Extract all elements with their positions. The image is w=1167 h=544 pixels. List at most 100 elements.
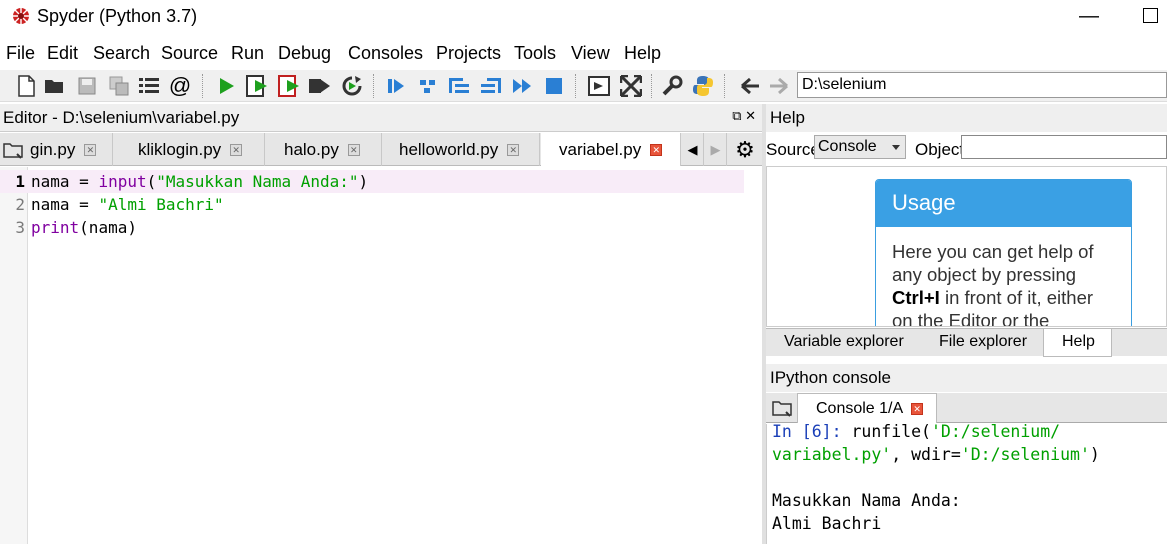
help-title: Help [770, 108, 805, 127]
close-tab-icon[interactable]: ✕ [230, 143, 243, 156]
toolbar: @ D:\selenium [0, 70, 1167, 102]
editor-tab[interactable]: helloworld.py ✕ [383, 133, 540, 166]
forward-arrow-icon[interactable] [766, 73, 792, 99]
run-icon[interactable] [213, 73, 239, 99]
code-editor[interactable]: 1 nama = input("Masukkan Nama Anda:") 2 … [0, 167, 762, 544]
browse-tabs-icon[interactable] [2, 141, 24, 159]
menu-view[interactable]: View [571, 43, 610, 64]
help-toolbar: Source Console Object [766, 134, 1167, 164]
menu-file[interactable]: File [6, 43, 35, 64]
maximize-pane-icon[interactable] [586, 73, 612, 99]
run-cell-icon[interactable] [245, 73, 271, 99]
scroll-tabs-left-icon[interactable]: ◀ [682, 133, 704, 166]
step-return-icon[interactable] [478, 73, 504, 99]
tab-help[interactable]: Help [1043, 329, 1112, 357]
new-file-icon[interactable] [13, 73, 39, 99]
open-folder-icon[interactable] [42, 73, 68, 99]
menu-source[interactable]: Source [161, 43, 218, 64]
code-text: nama = "Almi Bachri" [31, 195, 224, 214]
close-tab-icon[interactable]: ✕ [84, 143, 97, 156]
editor-pane-controls[interactable]: ⧉ ✕ [732, 108, 756, 124]
fullscreen-icon[interactable] [618, 73, 644, 99]
browse-tabs-icon[interactable] [771, 399, 793, 417]
pane-tab-bar: Variable explorer File explorer Help [766, 328, 1167, 357]
spyder-logo-icon [13, 8, 29, 24]
menu-search[interactable]: Search [93, 43, 150, 64]
usage-card: Usage Here you can get help of any objec… [875, 179, 1132, 327]
ipython-title: IPython console [770, 368, 891, 387]
help-content: Usage Here you can get help of any objec… [766, 166, 1167, 327]
working-directory-input[interactable]: D:\selenium [797, 72, 1167, 98]
tab-label: kliklogin.py [138, 139, 222, 159]
console-line: Almi Bachri [772, 514, 882, 533]
scroll-tabs-right-icon[interactable]: ▶ [705, 133, 727, 166]
minimize-button[interactable]: — [1077, 2, 1101, 30]
menu-consoles[interactable]: Consoles [348, 43, 423, 64]
maximize-button[interactable] [1143, 8, 1158, 23]
rerun-icon[interactable] [339, 73, 365, 99]
code-text: print(nama) [31, 218, 137, 237]
window-title: Spyder (Python 3.7) [37, 6, 198, 26]
outline-icon[interactable] [136, 73, 162, 99]
console-output[interactable]: In [6]: runfile('D:/selenium/ variabel.p… [766, 422, 1167, 544]
editor-tab[interactable]: kliklogin.py ✕ [114, 133, 265, 166]
code-line[interactable]: 3 print(nama) [0, 216, 744, 239]
tab-variable-explorer[interactable]: Variable explorer [784, 329, 904, 357]
back-arrow-icon[interactable] [737, 73, 763, 99]
source-select[interactable]: Console [814, 135, 906, 159]
tab-label: variabel.py [559, 139, 642, 159]
tab-label: gin.py [30, 139, 76, 159]
console-tab-label: Console 1/A [816, 400, 904, 417]
editor-tab[interactable]: halo.py ✕ [266, 133, 382, 166]
menu-debug[interactable]: Debug [278, 43, 331, 64]
title-bar: Spyder (Python 3.7) — [0, 0, 1167, 36]
close-tab-icon[interactable]: ✕ [911, 402, 924, 415]
tab-label: helloworld.py [399, 139, 499, 159]
tab-file-explorer[interactable]: File explorer [939, 329, 1027, 357]
menu-tools[interactable]: Tools [514, 43, 556, 64]
toolbar-separator [373, 74, 374, 98]
wrench-icon[interactable] [659, 73, 685, 99]
continue-icon[interactable] [509, 73, 535, 99]
debug-icon[interactable] [383, 73, 409, 99]
usage-text: Here you can get help of any object by p… [892, 241, 1094, 327]
menu-help[interactable]: Help [624, 43, 661, 64]
stop-icon[interactable] [541, 73, 567, 99]
editor-tab-active[interactable]: variabel.py ✕ [541, 133, 681, 166]
object-label: Object [915, 140, 965, 159]
tab-label: halo.py [284, 139, 339, 159]
menu-edit[interactable]: Edit [47, 43, 78, 64]
console-line: In [6]: runfile('D:/selenium/ [772, 422, 1061, 441]
source-label: Source [766, 140, 820, 159]
ipython-pane-header: IPython console [766, 364, 1167, 392]
close-tab-icon[interactable]: ✕ [347, 143, 360, 156]
line-number: 1 [15, 172, 25, 191]
console-line: Masukkan Nama Anda: [772, 491, 961, 510]
console-tab-bar: Console 1/A ✕ [766, 393, 1167, 423]
run-selection-icon[interactable] [307, 73, 333, 99]
gear-icon[interactable]: ⚙ [730, 133, 760, 166]
menu-bar: File Edit Search Source Run Debug Consol… [0, 40, 1167, 68]
editor-title: Editor - D:\selenium\variabel.py [3, 108, 240, 127]
save-icon[interactable] [74, 73, 100, 99]
menu-projects[interactable]: Projects [436, 43, 501, 64]
editor-tab[interactable]: gin.py ✕ [0, 133, 113, 166]
python-path-icon[interactable] [690, 73, 716, 99]
close-tab-icon[interactable]: ✕ [650, 143, 663, 156]
console-tab[interactable]: Console 1/A ✕ [797, 393, 937, 423]
close-tab-icon[interactable]: ✕ [507, 143, 520, 156]
line-number: 3 [15, 218, 25, 237]
code-line[interactable]: 1 nama = input("Masukkan Nama Anda:") [0, 170, 744, 193]
run-cell-advance-icon[interactable] [277, 73, 303, 99]
object-input[interactable] [961, 135, 1167, 159]
step-icon[interactable] [415, 73, 441, 99]
console-line: variabel.py', wdir='D:/selenium') [772, 445, 1100, 464]
step-into-icon[interactable] [446, 73, 472, 99]
toolbar-separator [575, 74, 576, 98]
at-icon[interactable]: @ [167, 73, 193, 99]
toolbar-separator [651, 74, 652, 98]
menu-run[interactable]: Run [231, 43, 264, 64]
save-all-icon[interactable] [106, 73, 132, 99]
editor-pane-header: Editor - D:\selenium\variabel.py ⧉ ✕ [0, 104, 762, 132]
code-line[interactable]: 2 nama = "Almi Bachri" [0, 193, 744, 216]
